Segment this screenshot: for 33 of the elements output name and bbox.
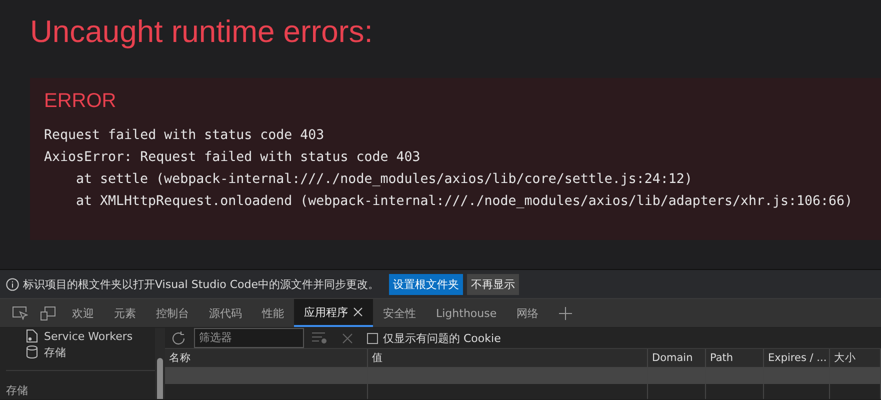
- tab[interactable]: 控制台: [146, 299, 199, 327]
- tab[interactable]: 欢迎: [62, 299, 104, 327]
- checkbox[interactable]: [367, 332, 378, 344]
- tab[interactable]: Lighthouse: [426, 299, 507, 327]
- cylinder-icon: [26, 345, 38, 359]
- info-message: 标识项目的根文件夹以打开Visual Studio Code中的源文件并同步更改。: [23, 276, 380, 292]
- column-header[interactable]: 名称: [165, 349, 368, 367]
- tab[interactable]: 安全性: [373, 299, 426, 327]
- tab[interactable]: 应用程序: [294, 299, 373, 327]
- sidebar-item[interactable]: 存储: [26, 344, 155, 360]
- info-icon: [6, 278, 19, 290]
- column-header[interactable]: Path: [706, 349, 764, 367]
- checkbox-label: 仅显示有问题的 Cookie: [383, 330, 501, 346]
- filter-field[interactable]: 筛选器: [194, 328, 304, 348]
- tab[interactable]: 元素: [104, 299, 146, 327]
- column-header[interactable]: Domain: [648, 349, 706, 367]
- error-message: Request failed with status code 403: [44, 127, 326, 145]
- error-message: AxiosError: Request failed with status code 403: [44, 149, 422, 167]
- column-header[interactable]: 值: [368, 349, 648, 367]
- column-header[interactable]: Expires / ...: [764, 349, 830, 367]
- stack-frame: at XMLHttpRequest.onloadend (webpack-internal:///./node_modules/axios/lib/adapters/xhr.js:106:66): [44, 191, 867, 213]
- error-label: ERROR: [44, 90, 118, 113]
- dismiss-button[interactable]: 不再显示: [467, 274, 520, 294]
- close-icon[interactable]: [353, 307, 363, 317]
- set-root-folder-button[interactable]: 设置根文件夹: [389, 274, 464, 294]
- stack-frame: at settle (webpack-internal:///./node_modules/axios/lib/core/settle.js:24:12): [44, 169, 867, 191]
- error-heading: Uncaught runtime errors:: [30, 13, 374, 51]
- tab[interactable]: 性能: [252, 299, 294, 327]
- tab[interactable]: 源代码: [199, 299, 252, 327]
- tab[interactable]: 网络: [506, 299, 549, 327]
- column-header[interactable]: 大小: [830, 349, 881, 367]
- scrollbar[interactable]: [155, 328, 165, 399]
- sidebar-item[interactable]: Service Workers: [26, 328, 155, 344]
